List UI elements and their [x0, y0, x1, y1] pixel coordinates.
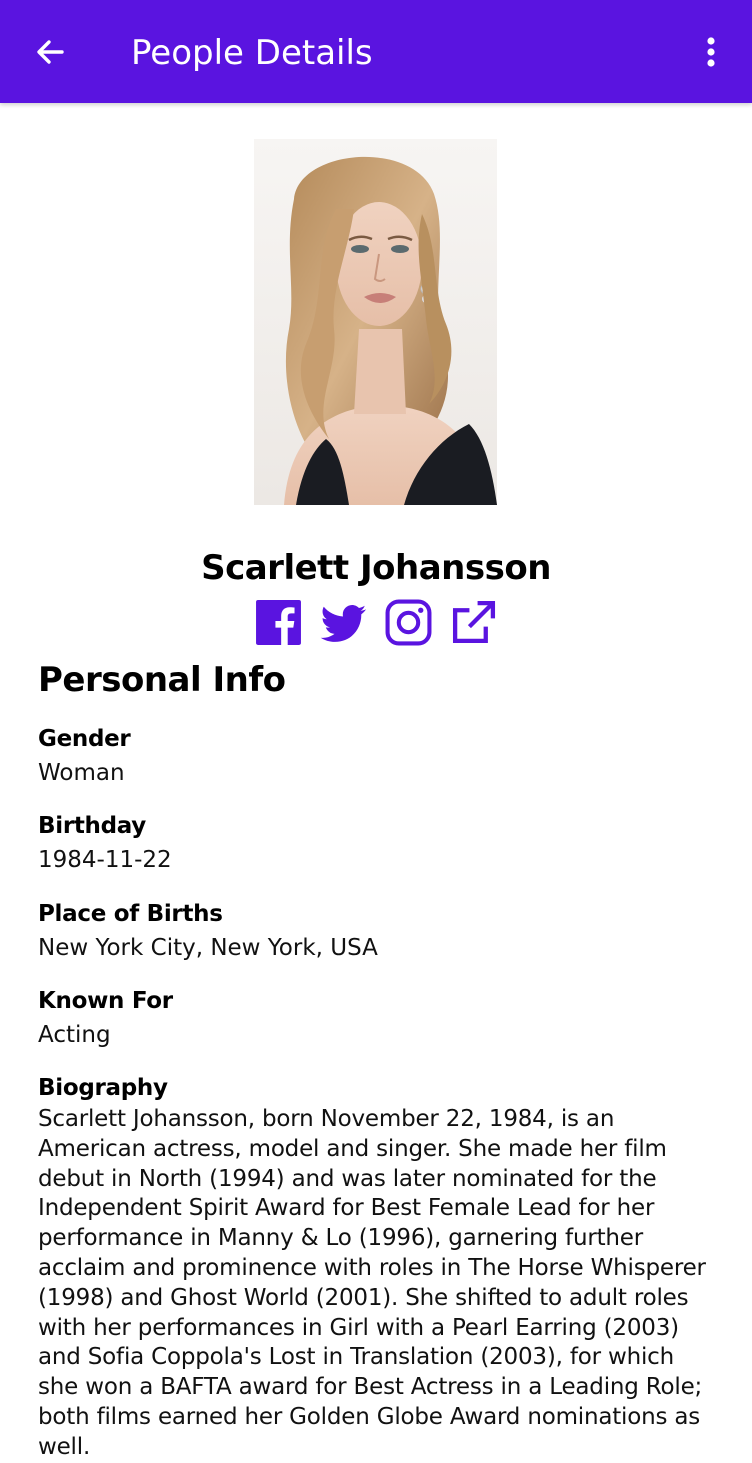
app-bar: People Details — [0, 0, 752, 103]
twitter-icon — [320, 605, 366, 642]
twitter-link[interactable] — [319, 598, 368, 647]
page-title: People Details — [131, 33, 373, 73]
external-link-icon — [452, 600, 496, 644]
back-button[interactable] — [22, 26, 78, 78]
info-biography: Biography Scarlett Johansson, born Novem… — [38, 1071, 718, 1463]
gender-label: Gender — [38, 726, 131, 752]
social-links — [254, 598, 504, 648]
gender-value: Woman — [38, 760, 125, 786]
external-link[interactable] — [449, 598, 498, 647]
info-place-of-birth: Place of Births New York City, New York,… — [38, 897, 718, 965]
person-name: Scarlett Johansson — [201, 548, 551, 588]
more-options-button[interactable] — [688, 26, 734, 78]
instagram-link[interactable] — [384, 598, 433, 647]
biography-label: Biography — [38, 1075, 168, 1101]
info-birthday: Birthday 1984-11-22 — [38, 809, 718, 877]
biography-text: Scarlett Johansson, born November 22, 19… — [38, 1106, 706, 1460]
arrow-left-icon — [37, 40, 64, 64]
section-title-personal-info: Personal Info — [38, 660, 286, 700]
instagram-icon — [385, 599, 432, 646]
known-for-label: Known For — [38, 988, 173, 1014]
birthday-value: 1984-11-22 — [38, 847, 172, 873]
facebook-icon — [256, 600, 301, 645]
place-of-birth-value: New York City, New York, USA — [38, 935, 378, 961]
more-vertical-icon — [707, 37, 715, 67]
portrait-photo — [254, 139, 497, 505]
known-for-value: Acting — [38, 1022, 111, 1048]
birthday-label: Birthday — [38, 813, 146, 839]
place-of-birth-label: Place of Births — [38, 901, 223, 927]
facebook-link[interactable] — [254, 598, 303, 647]
info-gender: Gender Woman — [38, 722, 718, 790]
info-known-for: Known For Acting — [38, 984, 718, 1052]
